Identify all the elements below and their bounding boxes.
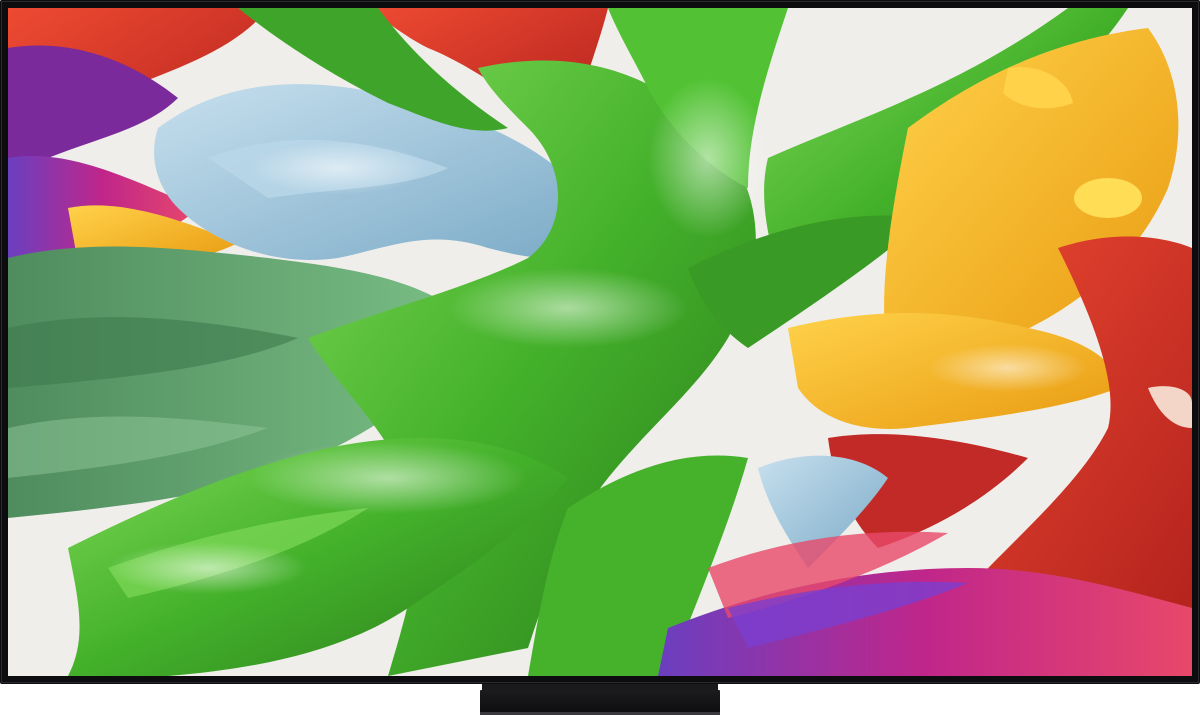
- product-image-stage: [0, 0, 1200, 716]
- tv-screen: [8, 8, 1192, 676]
- tv-stand-edge: [480, 712, 720, 715]
- tv-stand-base: [480, 690, 720, 714]
- abstract-paint-artwork: [8, 8, 1192, 676]
- tv-frame: [0, 0, 1200, 684]
